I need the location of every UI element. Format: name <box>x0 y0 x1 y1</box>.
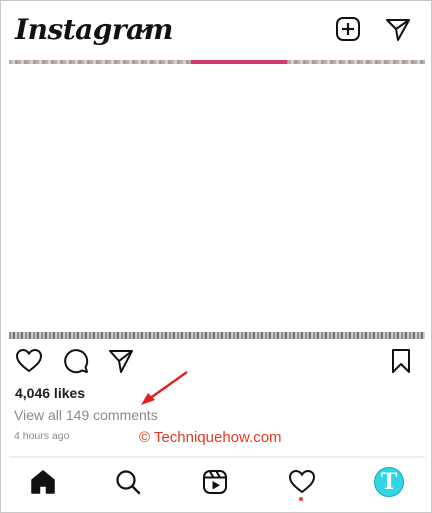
view-comments-link[interactable]: View all 149 comments <box>14 407 158 423</box>
watermark-text: © Techniquehow.com <box>139 429 282 446</box>
top-header: Instagram <box>1 1 431 61</box>
profile-avatar[interactable]: T <box>374 467 404 497</box>
share-icon[interactable] <box>107 347 135 375</box>
add-post-icon[interactable] <box>335 16 361 42</box>
annotation-arrow <box>141 371 188 405</box>
chevron-down-icon[interactable] <box>137 25 149 35</box>
post-image[interactable] <box>9 64 425 332</box>
reels-icon[interactable] <box>201 468 229 496</box>
left-margin <box>1 60 9 339</box>
search-icon[interactable] <box>114 468 142 496</box>
activity-heart-icon[interactable] <box>288 468 316 496</box>
home-icon[interactable] <box>29 468 57 496</box>
heart-icon[interactable] <box>15 347 43 375</box>
direct-message-icon[interactable] <box>385 16 411 42</box>
likes-count[interactable]: 4,046 likes <box>15 385 85 401</box>
app-frame: Instagram 4,046 likes View all 149 comme <box>0 0 432 513</box>
comment-icon[interactable] <box>62 347 90 375</box>
post-timestamp: 4 hours ago <box>14 430 70 442</box>
bottom-divider <box>9 456 425 458</box>
instagram-logo[interactable]: Instagram <box>15 13 173 46</box>
bookmark-icon[interactable] <box>387 347 415 375</box>
notification-dot <box>299 497 303 501</box>
post-image-bottom-edge <box>9 332 425 339</box>
